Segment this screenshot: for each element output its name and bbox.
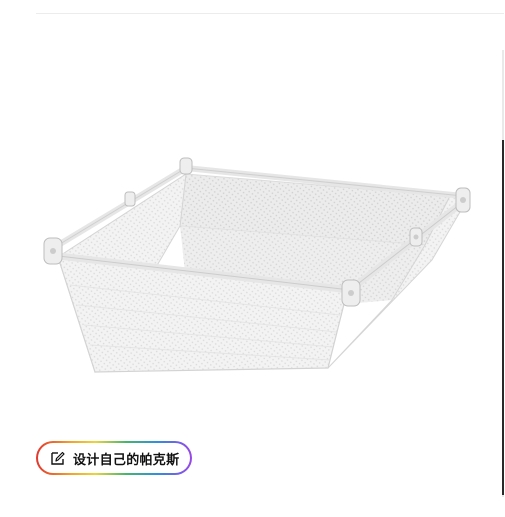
product-image [43, 157, 471, 374]
pen-edit-icon [50, 450, 66, 466]
design-your-own-pax-button[interactable]: 设计自己的帕克斯 [36, 441, 192, 475]
design-button-label: 设计自己的帕克斯 [73, 452, 180, 468]
